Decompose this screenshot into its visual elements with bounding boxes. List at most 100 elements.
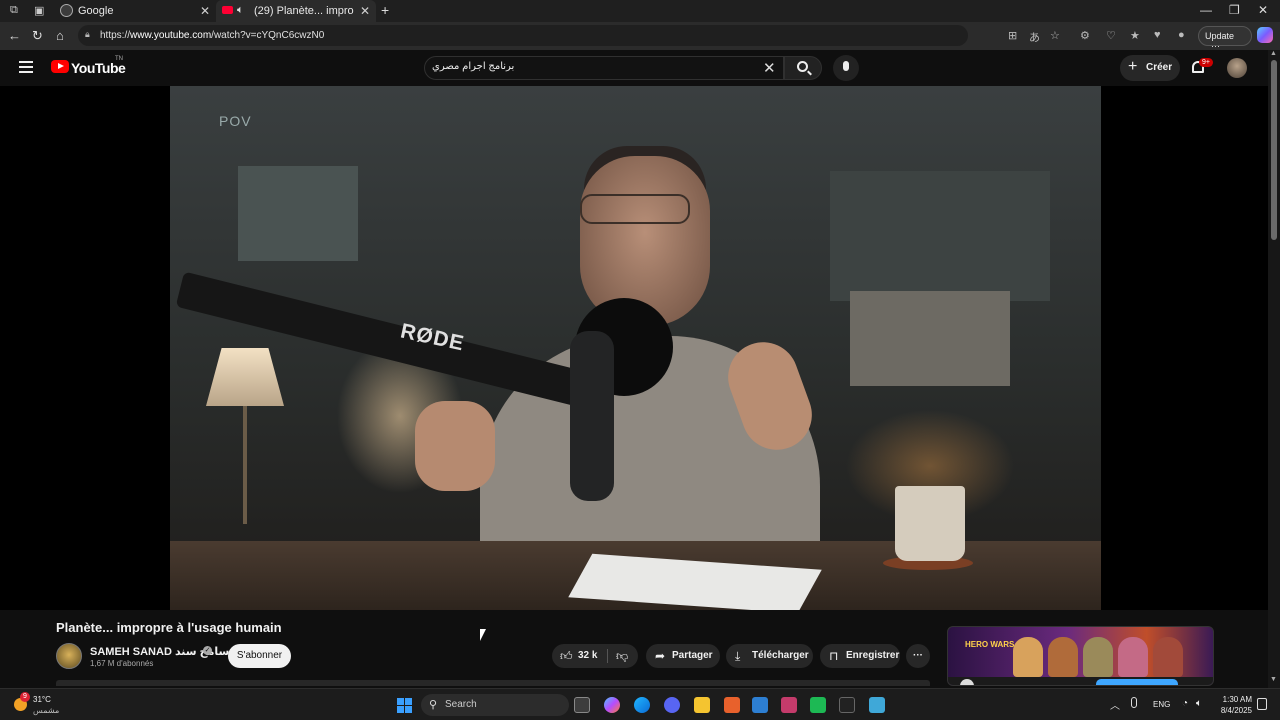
edge-app-icon[interactable] (634, 697, 650, 713)
google-favicon-icon (60, 4, 73, 17)
subscriber-count: 1,67 M d'abonnés (90, 659, 154, 668)
video-frame[interactable]: RØDE POV (170, 86, 1101, 610)
download-button[interactable]: ⤓ Télécharger (726, 644, 813, 668)
scroll-down-icon[interactable]: ▼ (1270, 676, 1277, 683)
video-overlay-text: POV (219, 113, 252, 129)
new-tab-icon[interactable]: + (381, 2, 389, 18)
notepad-app-icon[interactable] (869, 697, 885, 713)
taskbar-search-placeholder: Search (445, 699, 477, 710)
search-input-value[interactable]: برنامج اجرام مصري (432, 61, 514, 72)
create-button[interactable]: + Créer (1120, 55, 1180, 81)
lock-icon[interactable]: 🔒︎ (85, 29, 90, 40)
terminal-app-icon[interactable] (839, 697, 855, 713)
lamp-shade (206, 348, 284, 406)
update-button[interactable]: Update ··· (1198, 26, 1252, 51)
thumbs-up-icon[interactable]: 👍︎ (560, 649, 573, 664)
app-available-icon[interactable]: ⊞ (1008, 29, 1017, 42)
copilot-app-icon[interactable] (604, 697, 620, 713)
refresh-icon[interactable]: ↻ (32, 28, 43, 44)
close-tab-icon[interactable]: ✕ (200, 4, 210, 18)
shelf (238, 166, 358, 261)
volume-icon[interactable]: 🔈︎ (1196, 698, 1202, 709)
search-icon[interactable] (797, 61, 808, 72)
task-view-icon[interactable] (574, 697, 590, 713)
taskbar-search[interactable]: ⚲ Search (421, 694, 569, 716)
url-prefix: https:// (100, 30, 131, 41)
ad-character (1118, 637, 1148, 677)
share-icon: ➦ (655, 649, 666, 663)
favorites-icon[interactable]: ★ (1130, 29, 1140, 42)
notification-center-icon[interactable] (1257, 698, 1267, 710)
scroll-up-icon[interactable]: ▲ (1270, 50, 1277, 57)
page-scrollbar[interactable]: ▲ ▼ (1268, 50, 1280, 688)
tab-actions-icon[interactable]: ▣ (34, 4, 44, 17)
weather-description[interactable]: مشمس (33, 706, 59, 715)
youtube-logo-icon[interactable] (51, 60, 69, 73)
verified-check-icon: ✓ (203, 646, 212, 655)
youtube-logo-text[interactable]: YouTube (71, 60, 126, 76)
save-button[interactable]: ⊓ Enregistrer (820, 644, 900, 668)
play-button-plaques (850, 291, 1010, 386)
like-count[interactable]: 32 k (578, 650, 597, 661)
menu-icon[interactable] (19, 61, 33, 73)
more-icon: ··· (913, 650, 923, 661)
description-box[interactable] (56, 680, 930, 686)
profile-icon[interactable]: ● (1178, 29, 1185, 41)
subscribe-button[interactable]: S'abonner (228, 644, 291, 668)
channel-avatar[interactable] (56, 643, 82, 669)
ad-advertiser-icon (960, 679, 974, 685)
input-language[interactable]: ENG (1153, 700, 1170, 709)
ad-banner[interactable]: HERO WARS (947, 626, 1214, 686)
save-label: Enregistrer (846, 650, 900, 661)
tab-youtube[interactable]: 🔈︎ (29) Planète... impropre à l'u ✕ (216, 0, 376, 22)
ad-character (1083, 637, 1113, 677)
browser-essentials-icon[interactable]: ♡ (1106, 29, 1116, 42)
clear-search-icon[interactable]: ✕ (763, 59, 776, 77)
microphone-tray-icon[interactable] (1131, 697, 1137, 708)
voice-search-button[interactable] (833, 55, 859, 81)
plus-icon: + (1128, 58, 1138, 75)
file-explorer-icon[interactable] (694, 697, 710, 713)
ad-cta-button[interactable] (1096, 679, 1178, 685)
bookmark-icon: ⊓ (829, 649, 839, 663)
video-player[interactable]: RØDE POV (0, 86, 1268, 610)
weather-temperature[interactable]: 31°C (33, 695, 51, 704)
minimize-icon[interactable]: — (1200, 3, 1212, 17)
clock-date[interactable]: 8/4/2025 (1214, 706, 1252, 715)
media-app-icon[interactable] (810, 697, 826, 713)
close-window-icon[interactable]: ✕ (1258, 3, 1268, 17)
back-icon[interactable]: ← (8, 28, 21, 43)
youtube-favicon-icon (222, 6, 233, 14)
app-launcher-icon[interactable] (724, 697, 740, 713)
windows-start-icon[interactable] (397, 698, 412, 713)
copilot-icon[interactable] (1257, 27, 1273, 43)
snipping-tool-icon[interactable] (781, 697, 797, 713)
address-bar[interactable]: 🔒︎ https://www.youtube.com/watch?v=cYQnC… (78, 25, 968, 46)
home-icon[interactable]: ⌂ (56, 28, 64, 43)
more-actions-button[interactable]: ··· (906, 644, 930, 668)
workspaces-icon[interactable]: ⧉ (10, 4, 18, 17)
ad-logo: HERO WARS (965, 640, 1015, 649)
clock-time[interactable]: 1:30 AM (1220, 695, 1252, 704)
restore-icon[interactable]: ❐ (1229, 3, 1240, 17)
tab-google[interactable]: Google ✕ (54, 0, 216, 22)
close-tab-icon[interactable]: ✕ (360, 4, 370, 18)
discord-app-icon[interactable] (664, 697, 680, 713)
like-dislike-group: 👍︎ 32 k 👎︎ (552, 644, 638, 668)
ad-character (1013, 637, 1043, 677)
show-hidden-icons-icon[interactable]: ︿ (1110, 697, 1120, 712)
speaker-icon[interactable]: 🔈︎ (237, 4, 244, 17)
account-avatar[interactable] (1227, 58, 1247, 78)
download-label: Télécharger (752, 650, 809, 661)
extensions-icon[interactable]: ⚙ (1080, 29, 1090, 42)
lamp-pole (243, 406, 247, 524)
performance-icon[interactable]: ♥ (1154, 29, 1161, 41)
share-button[interactable]: ➦ Partager (646, 644, 720, 668)
favorite-star-icon[interactable]: ☆ (1050, 29, 1060, 42)
wifi-icon[interactable]: ◔ (1182, 698, 1188, 709)
translate-icon[interactable]: あ (1029, 29, 1040, 45)
thumbs-down-icon[interactable]: 👎︎ (616, 649, 628, 664)
store-app-icon[interactable] (752, 697, 768, 713)
ad-character (1153, 637, 1183, 677)
scrollbar-thumb[interactable] (1271, 60, 1277, 240)
